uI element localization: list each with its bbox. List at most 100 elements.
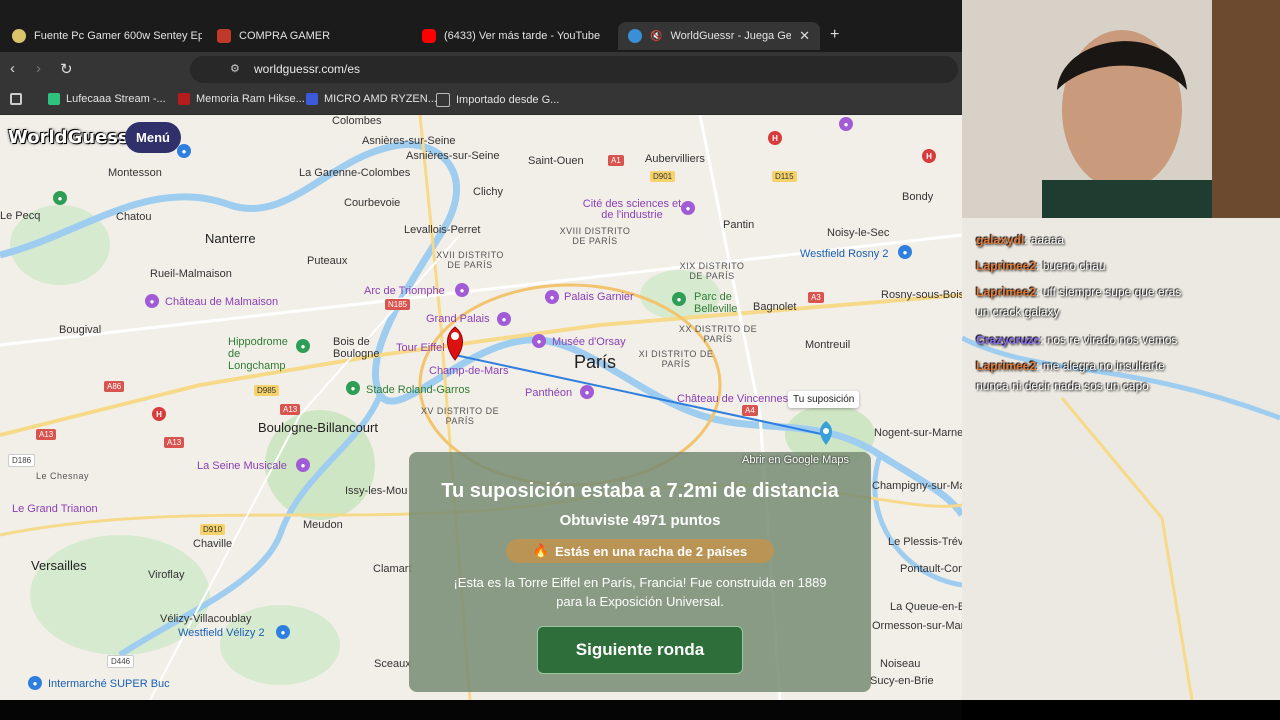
poi-label[interactable]: Arc de Triomphe xyxy=(364,285,445,297)
monument-icon[interactable]: ● xyxy=(580,385,594,399)
road-shield: A4 xyxy=(742,405,758,416)
result-distance: Tu suposición estaba a 7.2mi de distanci… xyxy=(441,480,839,502)
site-info-icon[interactable]: ⚙ xyxy=(230,62,240,75)
theater-icon[interactable]: ● xyxy=(545,290,559,304)
poi-label[interactable]: Westfield Rosny 2 xyxy=(800,248,888,260)
park-icon[interactable]: ● xyxy=(296,339,310,353)
road-shield: A1 xyxy=(608,155,624,166)
shopping-icon[interactable]: ● xyxy=(177,144,191,158)
poi-label[interactable]: Grand Palais xyxy=(426,313,490,325)
map-label: Levallois-Perret xyxy=(404,224,481,236)
museum-icon[interactable]: ● xyxy=(145,294,159,308)
museum-icon[interactable]: ● xyxy=(839,117,853,131)
map-label: XX DISTRITO DE PARÍS xyxy=(678,324,758,344)
fire-icon: 🔥 xyxy=(532,543,549,558)
map-label: Meudon xyxy=(303,519,343,531)
road-shield: D985 xyxy=(254,385,280,396)
map-label: Saint-Ouen xyxy=(528,155,584,167)
poi-label[interactable]: Le Grand Trianon xyxy=(12,503,98,515)
map-label: Bondy xyxy=(902,191,934,203)
poi-label[interactable]: Palais Garnier xyxy=(564,291,634,303)
bookmark-label: Importado desde G... xyxy=(456,94,560,106)
chat-text: : nos re virado nos vemos xyxy=(1040,333,1178,347)
reload-icon[interactable]: ↻ xyxy=(60,60,73,78)
youtube-icon xyxy=(422,29,436,43)
stadium-icon[interactable]: ● xyxy=(346,381,360,395)
poi-label[interactable]: Stade Roland-Garros xyxy=(366,384,470,396)
chat-username: Laprimee2 xyxy=(976,285,1037,299)
poi-label[interactable]: Tour Eiffel xyxy=(396,342,445,354)
map-label: Sucy-en-Brie xyxy=(870,675,934,687)
hospital-icon[interactable]: H xyxy=(152,407,166,421)
map-label: XVII DISTRITO DE PARÍS xyxy=(436,250,504,270)
app-logo[interactable]: WorldGuessr xyxy=(8,127,138,148)
close-icon[interactable]: ✕ xyxy=(799,28,810,44)
open-google-maps-link[interactable]: Abrir en Google Maps xyxy=(742,454,849,466)
poi-label[interactable]: Parc de Belleville xyxy=(694,291,744,315)
menu-button[interactable]: Menú xyxy=(125,122,181,153)
tab-worldguessr[interactable]: 🔇 WorldGuessr - Juega GeoGue ✕ xyxy=(618,22,820,50)
map-label: Le Plessis-Trévise xyxy=(888,536,962,548)
map-label: Asnières-sur-Seine xyxy=(406,150,500,162)
map-label: Bois de Boulogne xyxy=(333,336,380,360)
poi-label[interactable]: Hippodrome de Longchamp xyxy=(228,336,298,372)
tab-favicon-icon xyxy=(217,29,231,43)
map-label: La Queue-en-Brie xyxy=(890,601,962,613)
back-icon[interactable]: ‹ xyxy=(10,60,15,77)
tab-youtube[interactable]: (6433) Ver más tarde - YouTube xyxy=(412,22,612,50)
tab-title: (6433) Ver más tarde - YouTube xyxy=(444,30,601,42)
map-label: Chaville xyxy=(193,538,233,550)
next-round-button[interactable]: Siguiente ronda xyxy=(537,626,743,674)
map-label: Puteaux xyxy=(307,255,348,267)
bookmarks-bar: Lufecaaa Stream -... Memoria Ram Hikse..… xyxy=(0,86,962,115)
poi-label[interactable]: Château de Vincennes xyxy=(677,393,788,405)
apps-icon[interactable] xyxy=(10,93,22,105)
poi-label[interactable]: Cité des sciences et de l'industrie xyxy=(582,199,682,221)
tab-bar: Fuente Pc Gamer 600w Sentey Epp60 COMPRA… xyxy=(0,0,962,52)
bookmark-label: MICRO AMD RYZEN... xyxy=(324,93,437,105)
road-shield: D115 xyxy=(772,171,797,182)
museum-icon[interactable]: ● xyxy=(497,312,511,326)
tab-title: WorldGuessr - Juega GeoGue xyxy=(670,30,792,42)
location-fact: ¡Esta es la Torre Eiffel en París, Franc… xyxy=(453,575,827,609)
bookmark-item[interactable]: Lufecaaa Stream -... xyxy=(48,93,166,105)
tab-fuente[interactable]: Fuente Pc Gamer 600w Sentey Epp60 xyxy=(2,22,202,50)
poi-label[interactable]: Westfield Vélizy 2 xyxy=(178,627,265,639)
poi-label[interactable]: La Seine Musicale xyxy=(197,460,287,472)
hospital-icon[interactable]: H xyxy=(922,149,936,163)
shopping-icon[interactable]: ● xyxy=(276,625,290,639)
tab-compra-gamer[interactable]: COMPRA GAMER xyxy=(207,22,407,50)
poi-label[interactable]: Intermarché SUPER Buc xyxy=(48,678,170,690)
bookmark-folder[interactable]: Importado desde G... xyxy=(436,93,559,107)
poi-label[interactable]: Champ-de-Mars xyxy=(429,365,508,377)
road-shield: A86 xyxy=(104,381,125,392)
poi-label[interactable]: Château de Malmaison xyxy=(165,296,278,308)
mute-icon[interactable]: 🔇 xyxy=(650,31,662,42)
monument-icon[interactable]: ● xyxy=(455,283,469,297)
plus-icon[interactable]: + xyxy=(830,26,839,44)
globe-icon xyxy=(628,29,642,43)
map-label: XI DISTRITO DE PARÍS xyxy=(638,349,714,369)
address-bar[interactable]: ⚙ worldguessr.com/es xyxy=(190,56,958,83)
map-label: Pantin xyxy=(723,219,755,231)
bookmark-item[interactable]: MICRO AMD RYZEN... xyxy=(306,93,437,105)
chat-text: un crack galaxy xyxy=(976,305,1060,319)
webcam-feed xyxy=(962,0,1280,218)
park-icon[interactable]: ● xyxy=(53,191,67,205)
hospital-icon[interactable]: H xyxy=(768,131,782,145)
shopping-icon[interactable]: ● xyxy=(898,245,912,259)
museum-icon[interactable]: ● xyxy=(532,334,546,348)
music-venue-icon[interactable]: ● xyxy=(296,458,310,472)
map-label: Rueil-Malmaison xyxy=(150,268,232,280)
chat-text: : aaaaa xyxy=(1024,233,1065,247)
bookmark-item[interactable]: Memoria Ram Hikse... xyxy=(178,93,305,105)
poi-label[interactable]: Panthéon xyxy=(525,387,572,399)
park-icon[interactable]: ● xyxy=(672,292,686,306)
forward-icon[interactable]: › xyxy=(36,60,41,77)
museum-icon[interactable]: ● xyxy=(681,201,695,215)
poi-label[interactable]: Musée d'Orsay xyxy=(552,336,626,348)
road-shield: A13 xyxy=(164,437,185,448)
map-label: Issy-les-Mou xyxy=(345,485,408,497)
shopping-icon[interactable]: ● xyxy=(28,676,42,690)
map-label-paris: París xyxy=(574,352,617,372)
